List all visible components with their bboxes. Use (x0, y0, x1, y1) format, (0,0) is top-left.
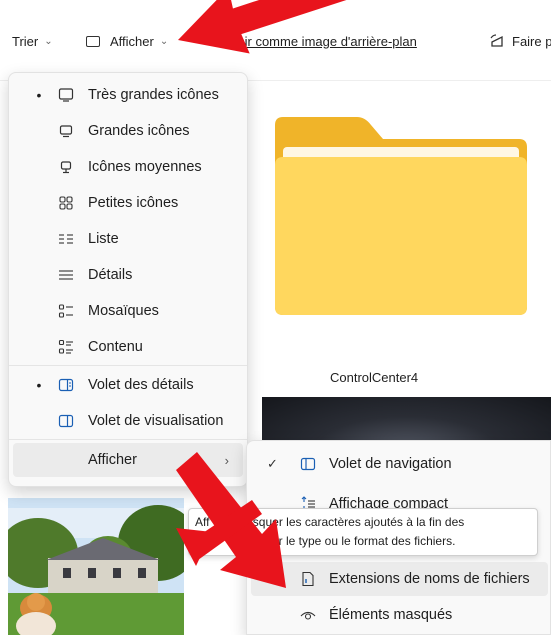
monitor-large-icon (57, 86, 75, 104)
menu-item-show-submenu[interactable]: Afficher › (13, 443, 243, 477)
rotate-label: Faire p (512, 33, 551, 49)
menu-item-label: Volet des détails (88, 377, 194, 393)
menu-item-preview-pane[interactable]: Volet de visualisation (13, 404, 243, 438)
sort-button[interactable]: Trier ⌄ (12, 30, 53, 52)
menu-separator (9, 439, 247, 440)
menu-item-label: Afficher (88, 452, 137, 468)
menu-item-label: Icônes moyennes (88, 159, 202, 175)
tooltip-line: d'identifier le type ou le format des fi… (195, 534, 456, 548)
details-pane-icon (57, 376, 75, 394)
menu-item-label: Grandes icônes (88, 123, 190, 139)
submenu-item-label: Éléments masqués (329, 607, 453, 623)
list-icon (57, 230, 75, 248)
rotate-button[interactable]: Faire p (489, 30, 551, 52)
menu-item-details-pane[interactable]: • Volet des détails (13, 368, 243, 402)
menu-separator (9, 365, 247, 366)
command-bar: Trier ⌄ Afficher ⌄ oisir comme image d'a… (0, 0, 551, 81)
view-icon (86, 35, 100, 47)
small-grid-icon (57, 194, 75, 212)
details-icon (57, 266, 75, 284)
menu-item-label: Contenu (88, 339, 143, 355)
menu-item-details[interactable]: Détails (13, 258, 243, 292)
tooltip-line: Aff u masquer les caractères ajoutés à l… (195, 515, 465, 529)
navigation-pane-icon (299, 455, 317, 473)
menu-item-label: Volet de visualisation (88, 413, 224, 429)
submenu-item-label: Volet de navigation (329, 456, 452, 472)
submenu-item-file-extensions[interactable]: Extensions de noms de fichiers (251, 562, 548, 596)
chevron-down-icon: ⌄ (44, 35, 53, 47)
eye-icon (299, 606, 317, 624)
monitor-medium-icon (57, 158, 75, 176)
checkmark-icon: ✓ (267, 456, 278, 471)
menu-item-small-icons[interactable]: Petites icônes (13, 186, 243, 220)
view-dropdown-menu: • Très grandes icônes Grandes icônes Icô… (8, 72, 248, 487)
preview-pane-icon (57, 412, 75, 430)
set-wallpaper-label: oisir comme image d'arrière-plan (228, 33, 417, 49)
rotate-icon (490, 34, 503, 47)
file-extension-icon (299, 570, 317, 588)
menu-item-label: Petites icônes (88, 195, 179, 211)
menu-item-medium-icons[interactable]: Icônes moyennes (13, 150, 243, 184)
menu-item-label: Détails (88, 267, 133, 283)
chevron-right-icon: › (224, 452, 229, 468)
folder-icon (275, 117, 527, 315)
menu-item-extra-large-icons[interactable]: • Très grandes icônes (13, 78, 243, 112)
submenu-item-label: Extensions de noms de fichiers (329, 571, 530, 587)
view-button[interactable]: Afficher ⌄ (86, 30, 168, 52)
menu-item-tiles[interactable]: Mosaïques (13, 294, 243, 328)
folder-item[interactable] (275, 115, 527, 315)
menu-item-large-icons[interactable]: Grandes icônes (13, 114, 243, 148)
menu-item-label: Très grandes icônes (88, 87, 219, 103)
menu-item-label: Mosaïques (88, 303, 159, 319)
menu-item-label: Liste (88, 231, 119, 247)
selected-bullet-icon: • (36, 87, 42, 103)
set-wallpaper-button[interactable]: oisir comme image d'arrière-plan (228, 30, 417, 52)
sort-label: Trier (12, 33, 39, 49)
tiles-icon (57, 302, 75, 320)
file-label: ControlCenter4 (330, 370, 419, 385)
content-icon (57, 338, 75, 356)
submenu-item-hidden-items[interactable]: Éléments masqués (251, 598, 548, 632)
selected-bullet-icon: • (36, 377, 42, 393)
tooltip: Aff u masquer les caractères ajoutés à l… (188, 508, 538, 556)
garden-photo-thumbnail[interactable] (8, 498, 184, 635)
monitor-icon (57, 122, 75, 140)
menu-item-list[interactable]: Liste (13, 222, 243, 256)
view-label: Afficher (110, 33, 154, 49)
chevron-down-icon: ⌄ (159, 35, 169, 47)
submenu-item-navigation-pane[interactable]: ✓ Volet de navigation (251, 447, 548, 481)
menu-item-content[interactable]: Contenu (13, 330, 243, 364)
